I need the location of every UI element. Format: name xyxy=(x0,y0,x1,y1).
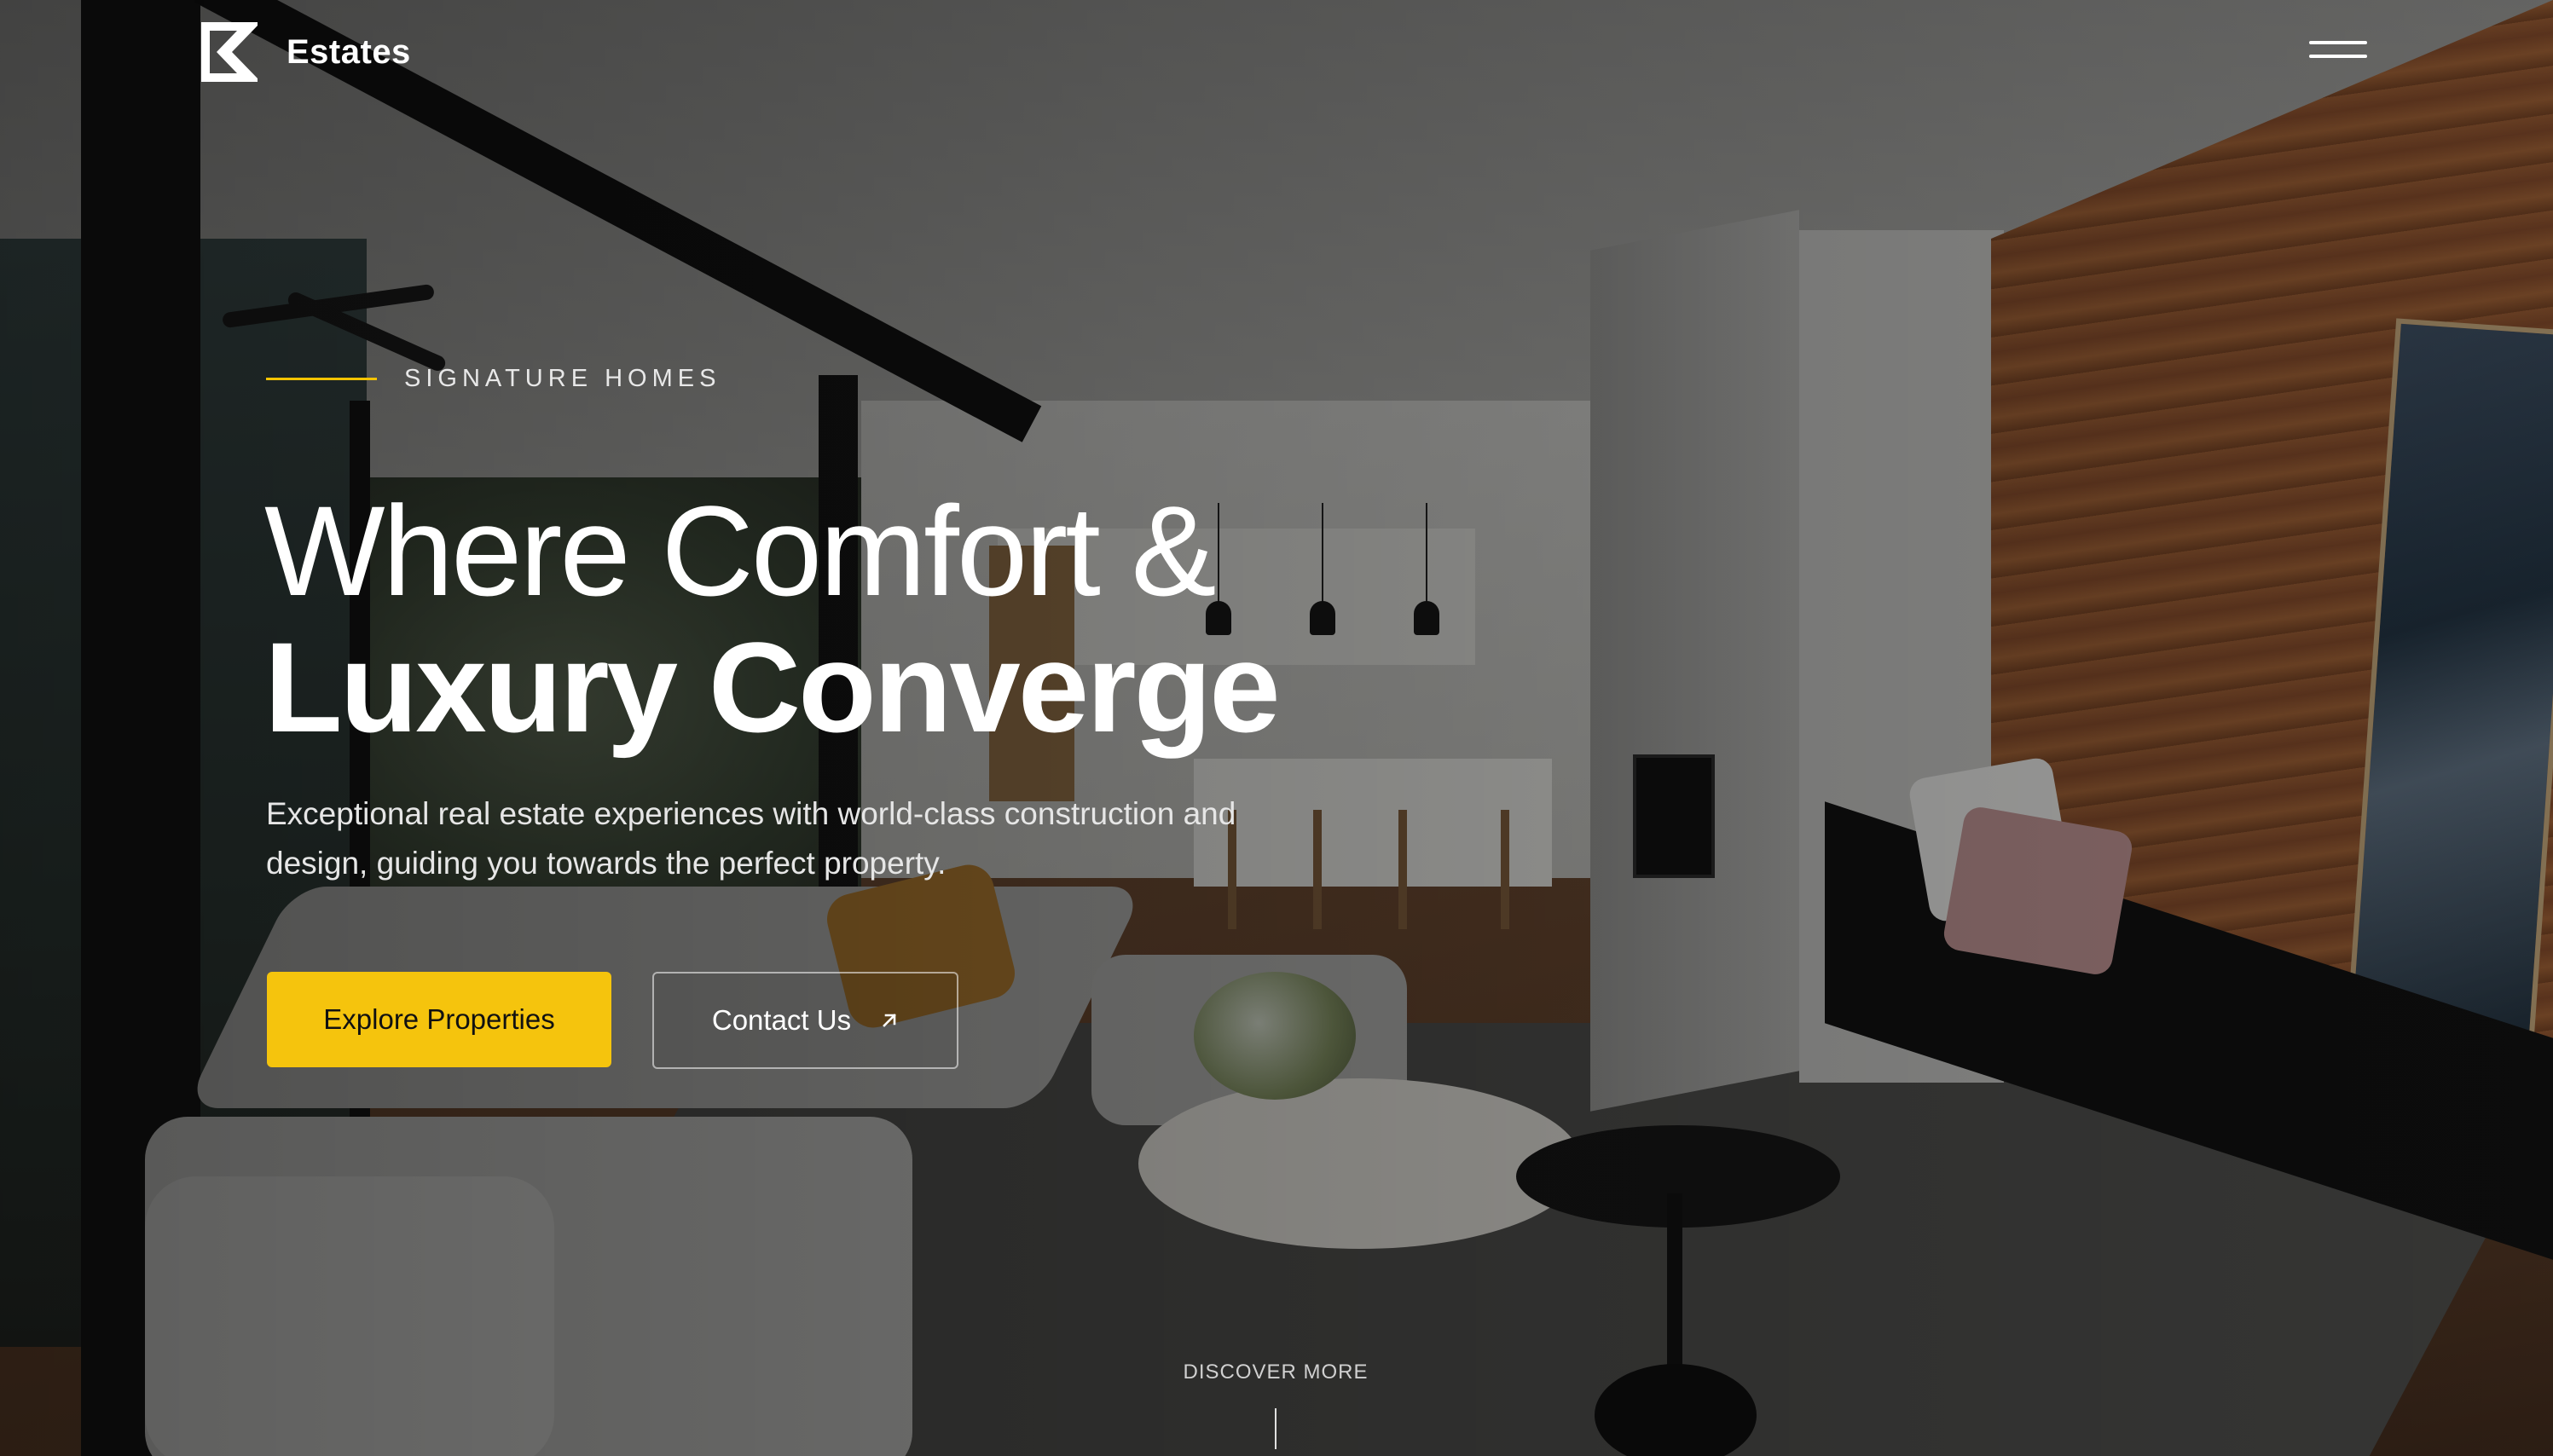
contact-us-button[interactable]: Contact Us xyxy=(652,972,958,1069)
headline-line-1: Where Comfort & xyxy=(264,479,1217,622)
estates-logo-icon xyxy=(201,22,258,82)
eyebrow: SIGNATURE HOMES xyxy=(266,365,721,393)
eyebrow-label: SIGNATURE HOMES xyxy=(404,365,721,392)
arrow-up-right-icon xyxy=(883,1014,896,1027)
explore-properties-button[interactable]: Explore Properties xyxy=(267,972,611,1067)
contact-us-label: Contact Us xyxy=(711,1004,852,1036)
hero-subtitle: Exceptional real estate experiences with… xyxy=(266,796,1236,881)
scroll-indicator xyxy=(1275,1408,1276,1449)
explore-properties-label: Explore Properties xyxy=(323,1003,555,1035)
page-title: Where Comfort & Luxury Converge xyxy=(264,479,1281,759)
brand-name: Estates xyxy=(287,32,411,71)
discover-more-label: DISCOVER MORE xyxy=(1183,1361,1369,1384)
hamburger-menu-icon[interactable] xyxy=(2309,41,2367,66)
logo-link[interactable]: Estates xyxy=(201,22,411,82)
discover-more-link[interactable]: DISCOVER MORE xyxy=(1105,1361,1446,1384)
headline-line-2: Luxury Converge xyxy=(264,615,1281,759)
accent-divider xyxy=(266,378,377,380)
